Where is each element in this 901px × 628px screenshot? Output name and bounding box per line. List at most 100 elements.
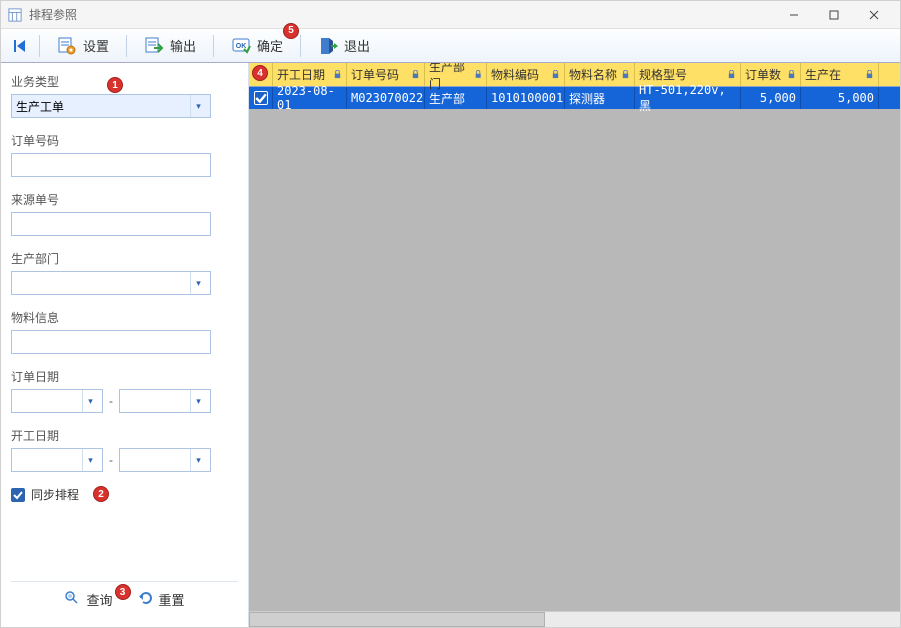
cell-material-code: 1010100001 [487, 87, 565, 109]
chevron-down-icon: ▾ [190, 95, 206, 117]
field-order-no: 订单号码 [11, 132, 238, 177]
badge-5: 5 [283, 23, 299, 39]
settings-button[interactable]: 设置 [48, 32, 118, 60]
label-source-no: 来源单号 [11, 191, 238, 208]
confirm-label: 确定 [257, 36, 283, 55]
grid-header-wip[interactable]: 生产在 [801, 63, 879, 86]
cell-order-no: M023070022 [347, 87, 425, 109]
label-sync: 同步排程 [31, 486, 79, 503]
dash: - [109, 453, 113, 467]
settings-icon [57, 36, 77, 56]
cell-material-name: 探测器 [565, 87, 635, 109]
reset-button[interactable]: 重置 [137, 590, 185, 609]
label-order-no: 订单号码 [11, 132, 238, 149]
grid-header-dept[interactable]: 生产部门 [425, 63, 487, 86]
table-row[interactable]: 2023-08-01 M023070022 生产部 1010100001 探测器… [249, 87, 900, 109]
field-order-date: 订单日期 ▾ - ▾ [11, 368, 238, 413]
horizontal-scrollbar[interactable] [249, 611, 900, 627]
row-checkbox[interactable] [249, 87, 273, 109]
window-title: 排程参照 [29, 6, 774, 23]
date-start-to[interactable]: ▾ [119, 448, 211, 472]
chevron-down-icon: ▾ [190, 272, 206, 294]
search-icon [64, 590, 80, 609]
nav-first-button[interactable] [9, 35, 31, 57]
minimize-button[interactable] [774, 3, 814, 27]
badge-1: 1 [107, 77, 123, 93]
exit-icon [318, 36, 338, 56]
settings-label: 设置 [83, 36, 109, 55]
input-source-no[interactable] [11, 212, 211, 236]
data-grid: 4 开工日期 订单号码 生产部门 物料编码 物料名称 规格型号 订单数 生产在 … [249, 63, 900, 627]
combo-business-type[interactable]: 生产工单 ▾ 1 [11, 94, 211, 118]
badge-3: 3 [115, 584, 131, 600]
lock-icon [411, 70, 420, 79]
lock-icon [621, 70, 630, 79]
exit-button[interactable]: 退出 [309, 32, 379, 60]
lock-icon [551, 70, 560, 79]
cell-spec: HT-501,220v,黑 [635, 87, 741, 109]
titlebar: 排程参照 [1, 1, 900, 29]
filter-form: 业务类型 生产工单 ▾ 1 订单号码 来源单号 生产部门 ▾ [11, 73, 238, 581]
grid-header-material-name[interactable]: 物料名称 [565, 63, 635, 86]
export-button[interactable]: 输出 [135, 32, 205, 60]
date-start-from[interactable]: ▾ [11, 448, 103, 472]
grid-header-order-no[interactable]: 订单号码 [347, 63, 425, 86]
toolbar: 设置 输出 OK 确定 5 退出 [1, 29, 900, 63]
maximize-button[interactable] [814, 3, 854, 27]
combo-prod-dept[interactable]: ▾ [11, 271, 211, 295]
checkbox-sync[interactable]: 同步排程 2 [11, 486, 238, 503]
field-start-date: 开工日期 ▾ - ▾ [11, 427, 238, 472]
cell-wip: 5,000 [801, 87, 879, 109]
label-material: 物料信息 [11, 309, 238, 326]
dash: - [109, 394, 113, 408]
scrollbar-thumb[interactable] [249, 612, 545, 627]
lock-icon [865, 70, 874, 79]
field-material: 物料信息 [11, 309, 238, 354]
exit-label: 退出 [344, 36, 370, 55]
check-icon [11, 488, 25, 502]
confirm-button[interactable]: OK 确定 5 [222, 32, 292, 60]
grid-header-spec[interactable]: 规格型号 [635, 63, 741, 86]
input-order-no[interactable] [11, 153, 211, 177]
chevron-down-icon: ▾ [190, 449, 206, 471]
sidebar-footer: 查询 3 重置 [11, 581, 238, 617]
reset-label: 重置 [159, 590, 185, 609]
undo-icon [137, 590, 153, 609]
lock-icon [333, 70, 342, 79]
chevron-down-icon: ▾ [82, 449, 98, 471]
field-prod-dept: 生产部门 ▾ [11, 250, 238, 295]
grid-header-qty[interactable]: 订单数 [741, 63, 801, 86]
app-icon [7, 7, 23, 23]
lock-icon [474, 70, 482, 79]
cell-qty: 5,000 [741, 87, 801, 109]
value-business-type: 生产工单 [16, 98, 64, 115]
label-prod-dept: 生产部门 [11, 250, 238, 267]
export-icon [144, 36, 164, 56]
chevron-down-icon: ▾ [82, 390, 98, 412]
label-start-date: 开工日期 [11, 427, 238, 444]
query-button[interactable]: 查询 3 [64, 590, 112, 609]
grid-header: 4 开工日期 订单号码 生产部门 物料编码 物料名称 规格型号 订单数 生产在 [249, 63, 900, 87]
export-label: 输出 [170, 36, 196, 55]
check-icon [254, 91, 268, 105]
date-order-from[interactable]: ▾ [11, 389, 103, 413]
label-order-date: 订单日期 [11, 368, 238, 385]
label-business-type: 业务类型 [11, 73, 238, 90]
query-label: 查询 [86, 590, 112, 609]
ok-icon: OK [231, 36, 251, 56]
badge-2: 2 [93, 486, 109, 502]
content: 业务类型 生产工单 ▾ 1 订单号码 来源单号 生产部门 ▾ [1, 63, 900, 627]
grid-header-checkbox[interactable]: 4 [249, 63, 273, 86]
grid-header-material-code[interactable]: 物料编码 [487, 63, 565, 86]
input-material[interactable] [11, 330, 211, 354]
lock-icon [787, 70, 796, 79]
date-order-to[interactable]: ▾ [119, 389, 211, 413]
close-button[interactable] [854, 3, 894, 27]
cell-start-date: 2023-08-01 [273, 87, 347, 109]
grid-header-start-date[interactable]: 开工日期 [273, 63, 347, 86]
sidebar: 业务类型 生产工单 ▾ 1 订单号码 来源单号 生产部门 ▾ [1, 63, 249, 627]
field-business-type: 业务类型 生产工单 ▾ 1 [11, 73, 238, 118]
chevron-down-icon: ▾ [190, 390, 206, 412]
badge-4: 4 [252, 65, 268, 81]
field-source-no: 来源单号 [11, 191, 238, 236]
